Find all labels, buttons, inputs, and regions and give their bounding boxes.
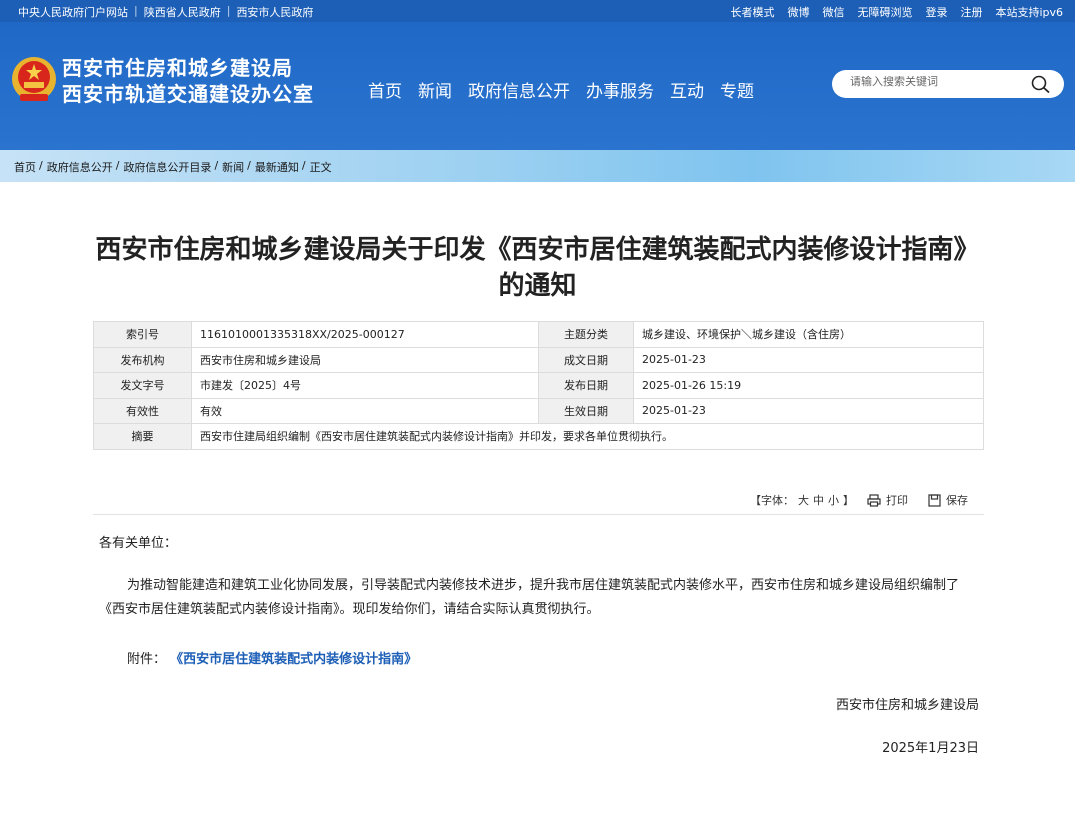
table-row: 索引号 1161010001335318XX/2025-000127 主题分类 …	[93, 321, 984, 348]
meta-label: 发布日期	[538, 372, 634, 399]
meta-value-validity: 有效	[191, 397, 539, 424]
print-label: 打印	[886, 494, 908, 507]
greeting: 各有关单位：	[99, 536, 178, 551]
meta-value-abstract: 西安市住建局组织编制《西安市居住建筑装配式内装修设计指南》并印发，要求各单位贯彻…	[191, 423, 984, 450]
top-bar: 中央人民政府门户网站 | 陕西省人民政府 | 西安市人民政府 长者模式 微博 微…	[0, 0, 1075, 22]
font-size-large-button[interactable]: 大	[798, 494, 809, 507]
print-button[interactable]: 打印	[867, 492, 908, 508]
meta-label: 摘要	[93, 423, 192, 450]
register-link[interactable]: 注册	[960, 4, 982, 20]
breadcrumb-gov-info-catalog[interactable]: 政府信息公开目录	[123, 159, 211, 175]
font-size-control: 【字体： 大中小】	[746, 492, 854, 508]
meta-label: 成文日期	[538, 346, 634, 373]
attachment-label: 附件：	[127, 652, 167, 667]
meta-value-effective: 2025-01-23	[633, 397, 984, 424]
article-card: 西安市住房和城乡建设局关于印发《西安市居住建筑装配式内装修设计指南》 的通知 索…	[6, 182, 1069, 820]
signature: 西安市住房和城乡建设局	[835, 698, 979, 713]
font-size-prefix: 【字体：	[750, 494, 794, 507]
meta-label: 生效日期	[538, 397, 634, 424]
nav-services[interactable]: 办事服务	[586, 77, 654, 102]
font-size-suffix: 】	[843, 494, 854, 507]
meta-label: 发文字号	[93, 372, 192, 399]
title-line2: 的通知	[498, 271, 577, 301]
elder-mode-link[interactable]: 长者模式	[730, 4, 774, 20]
font-size-small-button[interactable]: 小	[828, 494, 839, 507]
top-link-shaanxi-gov[interactable]: 陕西省人民政府	[144, 4, 221, 20]
breadcrumb-band: 首页 / 政府信息公开 / 政府信息公开目录 / 新闻 / 最新通知 / 正文	[0, 150, 1075, 182]
meta-label: 主题分类	[538, 321, 634, 348]
table-row: 有效性 有效 生效日期 2025-01-23	[93, 397, 984, 424]
breadcrumb-separator: /	[39, 159, 43, 172]
attachment-link[interactable]: 《西安市居住建筑装配式内装修设计指南》	[170, 652, 417, 667]
nav-interaction[interactable]: 互动	[670, 77, 704, 102]
save-icon	[928, 493, 941, 507]
nav-gov-info[interactable]: 政府信息公开	[468, 77, 570, 102]
top-links: 中央人民政府门户网站 | 陕西省人民政府 | 西安市人民政府	[18, 4, 313, 20]
page-title: 西安市住房和城乡建设局关于印发《西安市居住建筑装配式内装修设计指南》 的通知	[6, 232, 1069, 304]
main-nav: 首页 新闻 政府信息公开 办事服务 互动 专题	[368, 77, 770, 102]
nav-home[interactable]: 首页	[368, 77, 402, 102]
breadcrumb: 首页 / 政府信息公开 / 政府信息公开目录 / 新闻 / 最新通知 / 正文	[14, 159, 332, 175]
org-name-line2: 西安市轨道交通建设办公室	[62, 82, 314, 106]
breadcrumb-current: 正文	[309, 161, 332, 174]
meta-label: 索引号	[93, 321, 192, 348]
national-emblem-icon	[12, 57, 56, 101]
breadcrumb-separator: /	[301, 159, 306, 172]
breadcrumb-separator: /	[115, 159, 120, 172]
save-button[interactable]: 保存	[928, 492, 968, 508]
separator: |	[226, 4, 231, 17]
article-toolbar: 【字体： 大中小】 打印 保存	[93, 489, 984, 515]
meta-value-issuer: 西安市住房和城乡建设局	[191, 346, 539, 373]
top-link-central-gov[interactable]: 中央人民政府门户网站	[18, 4, 128, 20]
signature-date: 2025年1月23日	[882, 741, 979, 756]
top-link-xian-gov[interactable]: 西安市人民政府	[236, 4, 313, 20]
table-row: 发布机构 西安市住房和城乡建设局 成文日期 2025-01-23	[93, 346, 984, 373]
printer-icon	[867, 493, 881, 507]
body-paragraph: 为推动智能建造和建筑工业化协同发展，引导装配式内装修技术进步，提升我市居住建筑装…	[99, 578, 960, 617]
org-name-line1: 西安市住房和城乡建设局	[62, 56, 293, 80]
accessibility-link[interactable]: 无障碍浏览	[857, 4, 912, 20]
search-input[interactable]	[850, 76, 1020, 88]
weibo-link[interactable]: 微博	[787, 4, 809, 20]
breadcrumb-home[interactable]: 首页	[14, 159, 36, 175]
attachment: 附件： 《西安市居住建筑装配式内装修设计指南》	[127, 648, 417, 667]
search-icon[interactable]	[1030, 74, 1052, 94]
separator: |	[134, 4, 138, 17]
meta-value-published: 2025-01-26 15:19	[633, 372, 984, 399]
meta-label: 发布机构	[93, 346, 192, 373]
breadcrumb-gov-info[interactable]: 政府信息公开	[47, 159, 113, 175]
breadcrumb-separator: /	[247, 159, 251, 172]
title-line1: 西安市住房和城乡建设局关于印发《西安市居住建筑装配式内装修设计指南》	[95, 235, 980, 265]
table-row: 摘要 西安市住建局组织编制《西安市居住建筑装配式内装修设计指南》并印发，要求各单…	[93, 423, 984, 450]
document-meta-table: 索引号 1161010001335318XX/2025-000127 主题分类 …	[93, 321, 984, 450]
search-box	[832, 70, 1064, 98]
font-size-medium-button[interactable]: 中	[813, 494, 824, 507]
meta-value-index: 1161010001335318XX/2025-000127	[191, 321, 539, 348]
org-name[interactable]: 西安市住房和城乡建设局 西安市轨道交通建设办公室	[62, 55, 314, 107]
login-link[interactable]: 登录	[925, 4, 947, 20]
meta-value-docno: 市建发〔2025〕4号	[191, 372, 539, 399]
meta-label: 有效性	[93, 397, 192, 424]
top-right-links: 长者模式 微博 微信 无障碍浏览 登录 注册 本站支持ipv6	[717, 4, 1063, 20]
meta-value-created: 2025-01-23	[633, 346, 984, 373]
meta-value-topic: 城乡建设、环境保护＼城乡建设（含住房）	[633, 321, 984, 348]
breadcrumb-latest-notices[interactable]: 最新通知	[255, 159, 299, 175]
ipv6-label: 本站支持ipv6	[995, 6, 1063, 19]
table-row: 发文字号 市建发〔2025〕4号 发布日期 2025-01-26 15:19	[93, 372, 984, 399]
nav-news[interactable]: 新闻	[418, 77, 452, 102]
wechat-link[interactable]: 微信	[822, 4, 844, 20]
nav-topics[interactable]: 专题	[720, 77, 754, 102]
save-label: 保存	[946, 494, 968, 507]
breadcrumb-news[interactable]: 新闻	[222, 159, 244, 175]
site-header: 西安市住房和城乡建设局 西安市轨道交通建设办公室 首页 新闻 政府信息公开 办事…	[0, 22, 1075, 150]
breadcrumb-separator: /	[214, 159, 219, 172]
